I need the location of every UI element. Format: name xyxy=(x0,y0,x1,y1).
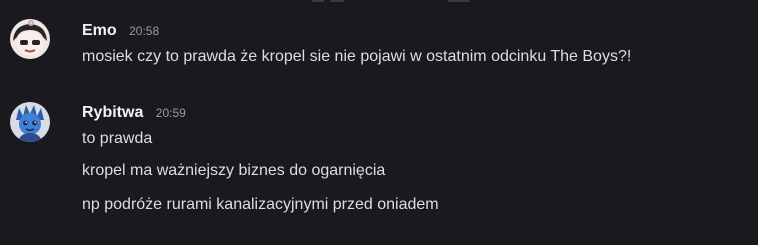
username[interactable]: Rybitwa xyxy=(82,104,143,121)
timestamp[interactable]: 20:59 xyxy=(156,106,186,120)
message-text: mosiek czy to prawda że kropel sie nie p… xyxy=(82,48,632,65)
message-text: np podróże rurami kanalizacyjnymi przed … xyxy=(82,196,439,213)
message-text: to prawda xyxy=(82,130,153,147)
message-header: Emo 20:58 xyxy=(82,22,159,42)
emo-avatar-icon[interactable] xyxy=(10,19,50,59)
message-group: Emo 20:58 mosiek czy to prawda że kropel… xyxy=(0,14,758,74)
username[interactable]: Emo xyxy=(82,22,117,39)
rybitwa-avatar-icon[interactable] xyxy=(10,102,50,142)
message-group: Rybitwa 20:59 to prawda kropel ma ważnie… xyxy=(0,98,758,228)
message-text: kropel ma ważniejszy biznes do ogarnięci… xyxy=(82,162,386,179)
message-header: Rybitwa 20:59 xyxy=(82,104,186,124)
timestamp[interactable]: 20:58 xyxy=(129,24,159,38)
previous-message-remnant xyxy=(0,0,758,4)
